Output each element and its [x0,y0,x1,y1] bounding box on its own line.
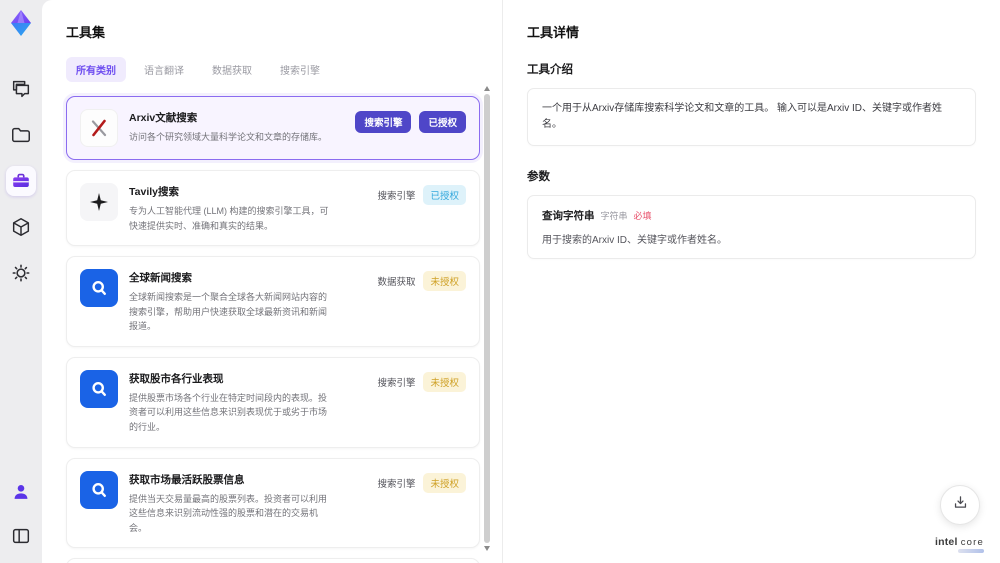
user-icon [10,481,32,503]
parameter-description: 用于搜索的Arxiv ID、关键字或作者姓名。 [542,235,727,246]
intro-section-header: 工具介绍 [527,64,573,76]
brand-intel-text: intel [935,535,958,548]
folder-icon [10,124,32,146]
news-search-logo-icon [80,269,118,308]
tool-card-tavily[interactable]: Tavily搜索 专为人工智能代理 (LLM) 构建的搜索引擎工具，可快速提供实… [66,170,480,247]
stock-search-logo-icon [80,470,118,509]
tool-tags: 搜索引擎 已授权 [377,183,466,233]
tool-card-arxiv[interactable]: Arxiv文献搜索 访问各个研究领域大量科学论文和文章的存储库。 搜索引擎 已授… [66,96,480,160]
scrollbar-thumb[interactable] [483,94,490,543]
category-label: 搜索引擎 [377,377,416,389]
sidebar-bottom [6,477,36,551]
tool-tags: 搜索引擎 未授权 [377,471,466,536]
sidebar-item-models[interactable] [6,212,36,242]
tool-card-regional-news[interactable]: 万维地区新闻查询 查询具体行政区划内的新闻，快速了解各地新闻动 搜索引擎 未授权 [66,558,480,563]
tool-card-body: Arxiv文献搜索 访问各个研究领域大量科学论文和文章的存储库。 [129,109,344,147]
category-label: 搜索引擎 [377,191,416,202]
download-button[interactable] [940,485,980,525]
toolbox-icon [10,170,32,192]
auth-status-badge: 未授权 [423,472,466,493]
tool-tags: 搜索引擎 已授权 [355,109,466,147]
tool-intro-text: 一个用于从Arxiv存储库搜索科学论文和文章的工具。 输入可以是Arxiv ID… [527,88,976,146]
app-window: 工具集 所有类别 语言翻译 数据获取 搜索引擎 Arxiv文献搜索 访问各个研究… [0,0,1000,563]
tool-detail-panel: 工具详情 工具介绍 一个用于从Arxiv存储库搜索科学论文和文章的工具。 输入可… [503,0,1000,563]
main-content: 工具集 所有类别 语言翻译 数据获取 搜索引擎 Arxiv文献搜索 访问各个研究… [42,0,1000,563]
tool-card-body: 全球新闻搜索 全球新闻搜索是一个聚合全球各大新闻网站内容的搜索引擎，帮助用户快速… [129,269,366,334]
parameter-type: 字符串 [600,211,628,221]
sidebar [0,0,42,563]
tool-list: Arxiv文献搜索 访问各个研究领域大量科学论文和文章的存储库。 搜索引擎 已授… [66,96,480,563]
parameter-header: 查询字符串 字符串 必填 [542,208,961,223]
cube-icon [10,216,32,238]
tool-card-body: Tavily搜索 专为人工智能代理 (LLM) 构建的搜索引擎工具，可快速提供实… [129,183,366,233]
tool-description: 专为人工智能代理 (LLM) 构建的搜索引擎工具，可快速提供实时、准确和真实的结… [129,206,329,231]
scrollbar-down-arrow-icon[interactable] [483,546,490,551]
chat-icon [10,78,32,100]
download-icon [952,494,969,516]
category-badge: 搜索引擎 [355,111,412,133]
intel-core-logo: intel core [935,535,984,553]
tab-language-translation[interactable]: 语言翻译 [134,57,194,82]
sidebar-item-settings[interactable] [6,258,36,288]
brand-core-text: core [960,536,984,548]
tool-name: 获取市场最活跃股票信息 [129,473,245,486]
tool-tags: 数据获取 未授权 [377,269,466,334]
tool-name: Arxiv文献搜索 [129,112,198,124]
category-label: 搜索引擎 [377,478,416,490]
list-scrollbar[interactable] [483,86,490,557]
tool-description: 访问各个研究领域大量科学论文和文章的存储库。 [129,132,328,142]
sidebar-item-account[interactable] [6,477,36,507]
auth-status-badge: 已授权 [423,185,466,205]
tool-description: 提供当天交易量最高的股票列表。投资者可以利用这些信息来识别流动性强的股票和潜在的… [129,493,328,533]
stock-search-logo-icon [80,369,118,408]
tool-name: Tavily搜索 [129,186,179,198]
tab-all-categories[interactable]: 所有类别 [66,57,126,82]
tool-card-most-active-stocks[interactable]: 获取市场最活跃股票信息 提供当天交易量最高的股票列表。投资者可以利用这些信息来识… [66,457,480,549]
category-label: 数据获取 [377,277,416,289]
tool-card-sector-performance[interactable]: 获取股市各行业表现 提供股票市场各个行业在特定时间段内的表现。投资者可以利用这些… [66,356,480,448]
tool-name: 获取股市各行业表现 [129,372,224,385]
sidebar-item-chat[interactable] [6,74,36,104]
sidebar-nav [6,74,36,288]
settings-gear-icon [10,262,32,284]
tool-description: 提供股票市场各个行业在特定时间段内的表现。投资者可以利用这些信息来识别表现优于或… [129,392,328,433]
tab-data-fetch[interactable]: 数据获取 [202,57,262,82]
scrollbar-up-arrow-icon[interactable] [483,86,490,91]
auth-status-badge: 未授权 [423,371,466,392]
auth-status-badge: 已授权 [419,111,466,133]
arxiv-logo-icon [80,109,118,147]
tool-description: 全球新闻搜索是一个聚合全球各大新闻网站内容的搜索引擎，帮助用户快速获取全球最新资… [129,292,328,332]
tool-name: 全球新闻搜索 [129,272,192,285]
sidebar-item-collapse[interactable] [6,521,36,551]
category-tabs: 所有类别 语言翻译 数据获取 搜索引擎 [66,57,502,82]
tool-card-global-news[interactable]: 全球新闻搜索 全球新闻搜索是一个聚合全球各大新闻网站内容的搜索引擎，帮助用户快速… [66,256,480,347]
parameter-item: 查询字符串 字符串 必填 用于搜索的Arxiv ID、关键字或作者姓名。 [527,195,976,259]
auth-status-badge: 未授权 [423,271,466,292]
tool-list-panel: 工具集 所有类别 语言翻译 数据获取 搜索引擎 Arxiv文献搜索 访问各个研究… [42,0,503,563]
panel-toggle-icon [10,525,32,547]
sidebar-item-tools[interactable] [6,166,36,196]
tavily-logo-icon [80,183,118,221]
tool-card-body: 获取市场最活跃股票信息 提供当天交易量最高的股票列表。投资者可以利用这些信息来识… [129,471,366,536]
tab-search-engine[interactable]: 搜索引擎 [270,57,330,82]
app-logo-gem-icon [6,8,36,38]
tool-tags: 搜索引擎 未授权 [377,370,466,435]
parameter-required-flag: 必填 [633,211,652,221]
brand-gradient-bar [958,549,984,553]
tool-card-body: 获取股市各行业表现 提供股票市场各个行业在特定时间段内的表现。投资者可以利用这些… [129,370,366,435]
page-title: 工具集 [66,25,106,40]
parameter-name: 查询字符串 [542,210,595,222]
detail-panel-title: 工具详情 [527,25,580,40]
params-section-header: 参数 [527,171,550,183]
sidebar-item-files[interactable] [6,120,36,150]
